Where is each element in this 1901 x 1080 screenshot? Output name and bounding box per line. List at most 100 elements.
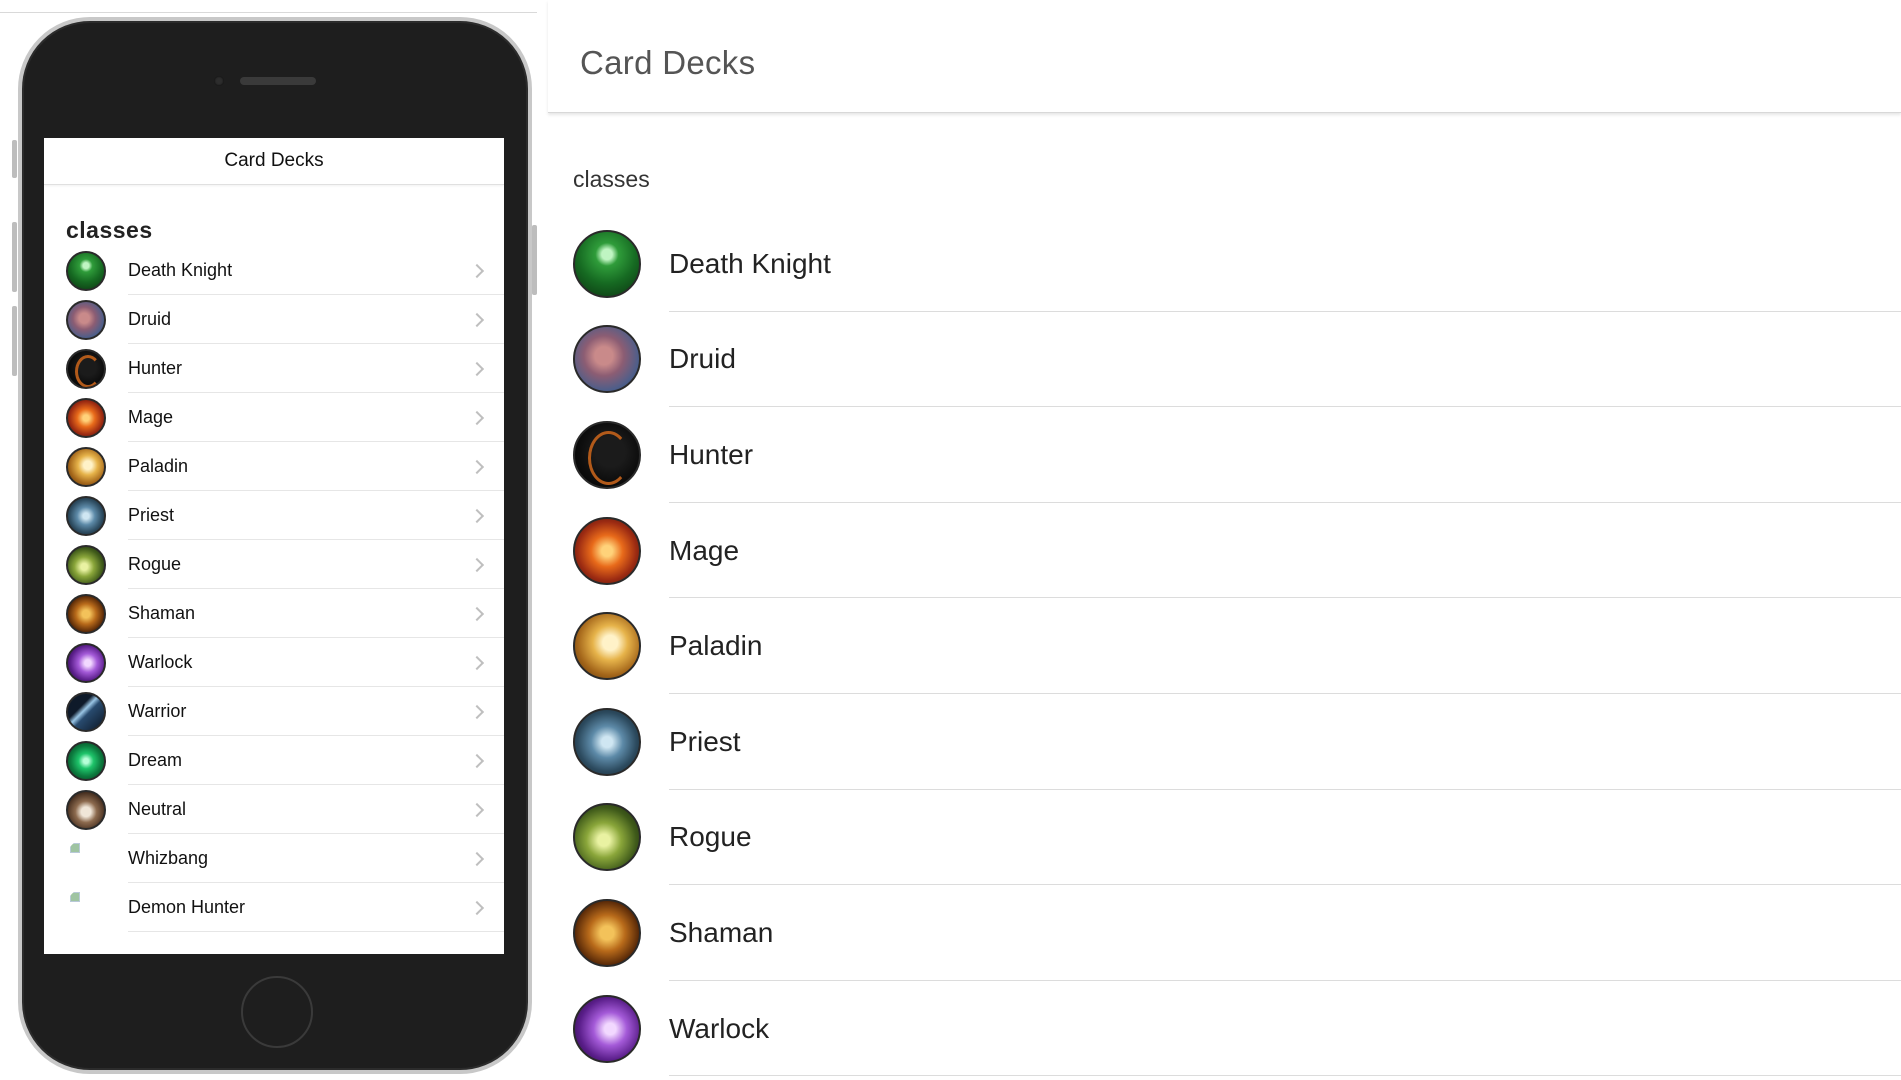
paladin-icon [66, 446, 106, 487]
desktop-section-label: classes [573, 166, 650, 192]
priest-icon [573, 707, 641, 776]
druid-icon [66, 299, 106, 340]
mobile-list-item-rogue[interactable]: Rogue [44, 540, 504, 589]
broken-image-icon [66, 838, 106, 879]
rogue-icon [573, 803, 641, 872]
phone-home-button[interactable] [241, 976, 313, 1048]
mobile-list-item-label: Demon Hunter [128, 897, 246, 917]
list-item-druid[interactable]: Druid [548, 312, 1901, 408]
mobile-list-item-label: Warlock [128, 652, 193, 672]
chevron-right-icon [469, 802, 485, 817]
dream-icon [66, 740, 106, 781]
chevron-right-icon [469, 410, 485, 425]
list-item-death-knight[interactable]: Death Knight [548, 216, 1901, 312]
mobile-page-title: Card Decks [224, 150, 324, 171]
phone-mute-switch [12, 140, 17, 178]
mobile-section-label: classes [66, 217, 153, 243]
mobile-list-item-mage[interactable]: Mage [44, 393, 504, 442]
mobile-list-item-paladin[interactable]: Paladin [44, 442, 504, 491]
death-knight-icon [573, 229, 641, 298]
phone-screen: Card Decks classes Death Knight Druid Hu… [44, 138, 504, 954]
rogue-icon [66, 544, 106, 585]
mobile-list-item-label: Rogue [128, 554, 182, 574]
mobile-header: Card Decks [44, 138, 504, 185]
phone-camera [214, 76, 224, 86]
phone-speaker [240, 77, 316, 85]
mobile-list-item-label: Priest [128, 505, 175, 525]
page-title: Card Decks [580, 44, 756, 81]
mobile-list-item-label: Whizbang [128, 848, 209, 868]
list-item-label: Rogue [669, 821, 752, 853]
chevron-right-icon [469, 851, 485, 866]
chevron-right-icon [469, 508, 485, 523]
mobile-list-item-label: Hunter [128, 358, 183, 378]
death-knight-icon [66, 250, 106, 291]
desktop-class-list: Death Knight Druid Hunter Mage Paladin P… [548, 216, 1901, 1076]
mobile-list-item-label: Druid [128, 309, 172, 329]
list-item-label: Mage [669, 534, 740, 566]
mobile-list-item-label: Paladin [128, 456, 189, 476]
list-item-rogue[interactable]: Rogue [548, 790, 1901, 886]
broken-image-icon [66, 887, 106, 928]
hunter-icon [573, 420, 641, 489]
phone-volume-up-button [12, 222, 17, 292]
chevron-right-icon [469, 704, 485, 719]
list-item-label: Death Knight [669, 247, 831, 279]
mobile-list-item-label: Dream [128, 750, 183, 770]
warlock-icon [573, 994, 641, 1063]
chevron-right-icon [469, 900, 485, 915]
chevron-right-icon [469, 361, 485, 376]
list-item-label: Priest [669, 725, 741, 757]
mobile-list-item-label: Mage [128, 407, 174, 427]
phone-volume-down-button [12, 306, 17, 376]
chevron-right-icon [469, 312, 485, 327]
list-item-mage[interactable]: Mage [548, 503, 1901, 599]
chevron-right-icon [469, 263, 485, 278]
list-item-label: Shaman [669, 916, 774, 948]
priest-icon [66, 495, 106, 536]
mobile-list-item-priest[interactable]: Priest [44, 491, 504, 540]
warrior-icon [66, 691, 106, 732]
shaman-icon [573, 898, 641, 967]
mobile-list-item-demon-hunter[interactable]: Demon Hunter [44, 883, 504, 932]
preview-top-border [0, 12, 537, 13]
chevron-right-icon [469, 753, 485, 768]
mobile-list-item-warlock[interactable]: Warlock [44, 638, 504, 687]
neutral-icon [66, 789, 106, 830]
druid-icon [573, 325, 641, 394]
mobile-list-item-shaman[interactable]: Shaman [44, 589, 504, 638]
chevron-right-icon [469, 655, 485, 670]
list-item-priest[interactable]: Priest [548, 694, 1901, 790]
mobile-class-list: Death Knight Druid Hunter Mage Paladin P… [44, 246, 504, 932]
mage-icon [66, 397, 106, 438]
mobile-list-item-dream[interactable]: Dream [44, 736, 504, 785]
chevron-right-icon [469, 459, 485, 474]
mage-icon [573, 516, 641, 585]
mobile-list-item-label: Shaman [128, 603, 196, 623]
chevron-right-icon [469, 606, 485, 621]
mobile-list-item-whizbang[interactable]: Whizbang [44, 834, 504, 883]
list-item-paladin[interactable]: Paladin [548, 598, 1901, 694]
list-item-label: Paladin [669, 630, 763, 662]
mobile-list-item-label: Death Knight [128, 260, 233, 280]
mobile-list-item-warrior[interactable]: Warrior [44, 687, 504, 736]
list-item-warlock[interactable]: Warlock [548, 981, 1901, 1077]
list-item-label: Hunter [669, 438, 754, 470]
shaman-icon [66, 593, 106, 634]
list-item-hunter[interactable]: Hunter [548, 407, 1901, 503]
list-item-shaman[interactable]: Shaman [548, 885, 1901, 981]
mobile-list-item-death-knight[interactable]: Death Knight [44, 246, 504, 295]
mobile-list-item-neutral[interactable]: Neutral [44, 785, 504, 834]
hunter-icon [66, 348, 106, 389]
mobile-list-item-label: Warrior [128, 701, 187, 721]
mobile-list-item-hunter[interactable]: Hunter [44, 344, 504, 393]
mobile-list-item-druid[interactable]: Druid [44, 295, 504, 344]
list-item-label: Warlock [669, 1012, 770, 1044]
phone-power-button [532, 225, 537, 295]
paladin-icon [573, 612, 641, 681]
desktop-header: Card Decks [548, 0, 1901, 113]
mobile-list-item-label: Neutral [128, 799, 187, 819]
warlock-icon [66, 642, 106, 683]
chevron-right-icon [469, 557, 485, 572]
list-item-label: Druid [669, 343, 736, 375]
